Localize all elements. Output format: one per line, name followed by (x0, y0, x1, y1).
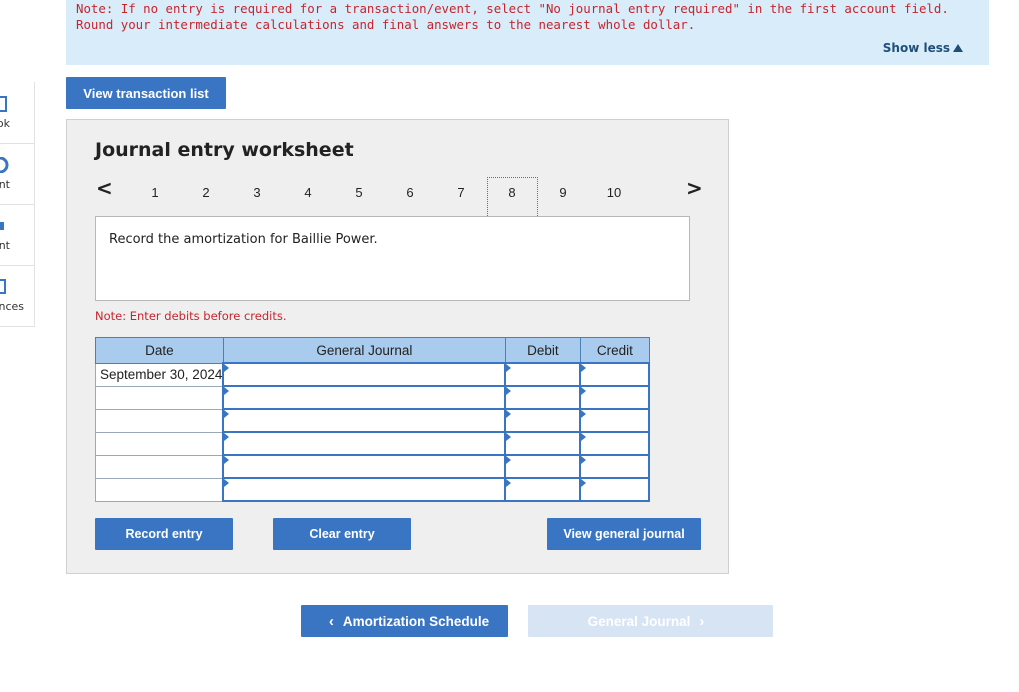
table-row: September 30, 2024 (95, 362, 651, 387)
date-cell (95, 477, 224, 502)
page-5[interactable]: 5 (349, 185, 369, 200)
flag-icon (224, 410, 230, 418)
document-icon (0, 279, 8, 299)
page-1[interactable]: 1 (145, 185, 165, 200)
sidebar-item-label: nt (0, 178, 10, 191)
flag-icon (581, 456, 587, 464)
date-cell (95, 431, 224, 456)
date-header: Date (95, 337, 224, 364)
sidebar-item-label: nces (0, 300, 24, 313)
flag-icon (224, 364, 230, 372)
chevron-left-icon: ‹ (328, 612, 334, 630)
flag-icon (506, 433, 512, 441)
show-less-link[interactable]: Show less (883, 41, 963, 55)
flag-icon (224, 433, 230, 441)
credit-input[interactable] (579, 431, 651, 456)
journal-table: Date General Journal Debit Credit Septem… (95, 337, 651, 502)
page-6[interactable]: 6 (400, 185, 420, 200)
date-cell (95, 385, 224, 410)
circle-arrow-icon (0, 156, 10, 177)
account-input[interactable] (222, 408, 507, 433)
debits-note: Note: Enter debits before credits. (95, 309, 287, 323)
table-row (95, 431, 651, 456)
note-banner: Note: If no entry is required for a tran… (66, 0, 989, 65)
prev-page-arrow[interactable]: < (96, 176, 113, 200)
sidebar-item-hint[interactable]: nt (0, 143, 34, 205)
flag-icon (506, 387, 512, 395)
page-3[interactable]: 3 (247, 185, 267, 200)
page-10[interactable]: 10 (604, 185, 624, 200)
flag-icon (506, 456, 512, 464)
table-row (95, 477, 651, 502)
record-entry-button[interactable]: Record entry (95, 518, 233, 550)
sidebar-item-label: ok (0, 117, 10, 130)
date-cell (95, 408, 224, 433)
triangle-up-icon (953, 44, 963, 52)
banner-note: Note: If no entry is required for a tran… (76, 1, 949, 32)
flag-icon (581, 410, 587, 418)
debit-input[interactable] (504, 431, 582, 456)
show-less-label: Show less (882, 41, 950, 55)
account-input[interactable] (222, 385, 507, 410)
flag-icon (581, 433, 587, 441)
flag-icon (506, 410, 512, 418)
left-sidebar: ok nt nt nces (0, 82, 35, 327)
credit-input[interactable] (579, 477, 651, 502)
view-general-journal-button[interactable]: View general journal (547, 518, 701, 550)
general-journal-label: General Journal (587, 613, 691, 629)
sidebar-item-label: nt (0, 239, 10, 252)
flag-icon (581, 387, 587, 395)
next-page-arrow[interactable]: > (686, 176, 703, 200)
credit-input[interactable] (579, 408, 651, 433)
credit-input[interactable] (579, 454, 651, 479)
account-input[interactable] (222, 362, 507, 387)
sidebar-item-ebook[interactable]: ok (0, 82, 34, 144)
worksheet-title: Journal entry worksheet (95, 139, 354, 161)
page-4[interactable]: 4 (298, 185, 318, 200)
amortization-schedule-label: Amortization Schedule (342, 613, 490, 629)
credit-header: Credit (579, 337, 650, 364)
flag-icon (506, 479, 512, 487)
account-input[interactable] (222, 454, 507, 479)
book-icon (0, 96, 8, 116)
clear-entry-button[interactable]: Clear entry (273, 518, 411, 550)
table-row (95, 454, 651, 479)
flag-icon (224, 479, 230, 487)
flag-icon (224, 387, 230, 395)
chevron-right-icon: › (699, 612, 705, 630)
debit-input[interactable] (504, 477, 582, 502)
table-row (95, 408, 651, 433)
account-input[interactable] (222, 477, 507, 502)
page-2[interactable]: 2 (196, 185, 216, 200)
amortization-schedule-button[interactable]: ‹ Amortization Schedule (301, 605, 508, 637)
flag-icon (224, 456, 230, 464)
debit-header: Debit (504, 337, 581, 364)
general-journal-button[interactable]: General Journal › (528, 605, 773, 637)
flag-icon (581, 479, 587, 487)
credit-input[interactable] (579, 362, 651, 387)
debit-input[interactable] (504, 454, 582, 479)
general-journal-header: General Journal (222, 337, 506, 364)
debit-input[interactable] (504, 362, 582, 387)
table-row (95, 385, 651, 410)
view-transaction-list-button[interactable]: View transaction list (66, 77, 226, 109)
description-box (95, 216, 690, 301)
sidebar-item-references[interactable]: nces (0, 265, 34, 327)
flag-icon (581, 364, 587, 372)
page-7[interactable]: 7 (451, 185, 471, 200)
transaction-description: Record the amortization for Baillie Powe… (109, 232, 378, 247)
print-icon (0, 218, 8, 238)
credit-input[interactable] (579, 385, 651, 410)
debit-input[interactable] (504, 385, 582, 410)
sidebar-item-print[interactable]: nt (0, 204, 34, 266)
page-8[interactable]: 8 (502, 185, 522, 200)
debit-input[interactable] (504, 408, 582, 433)
date-cell (95, 454, 224, 479)
account-input[interactable] (222, 431, 507, 456)
flag-icon (506, 364, 512, 372)
page-9[interactable]: 9 (553, 185, 573, 200)
date-cell: September 30, 2024 (95, 362, 224, 387)
